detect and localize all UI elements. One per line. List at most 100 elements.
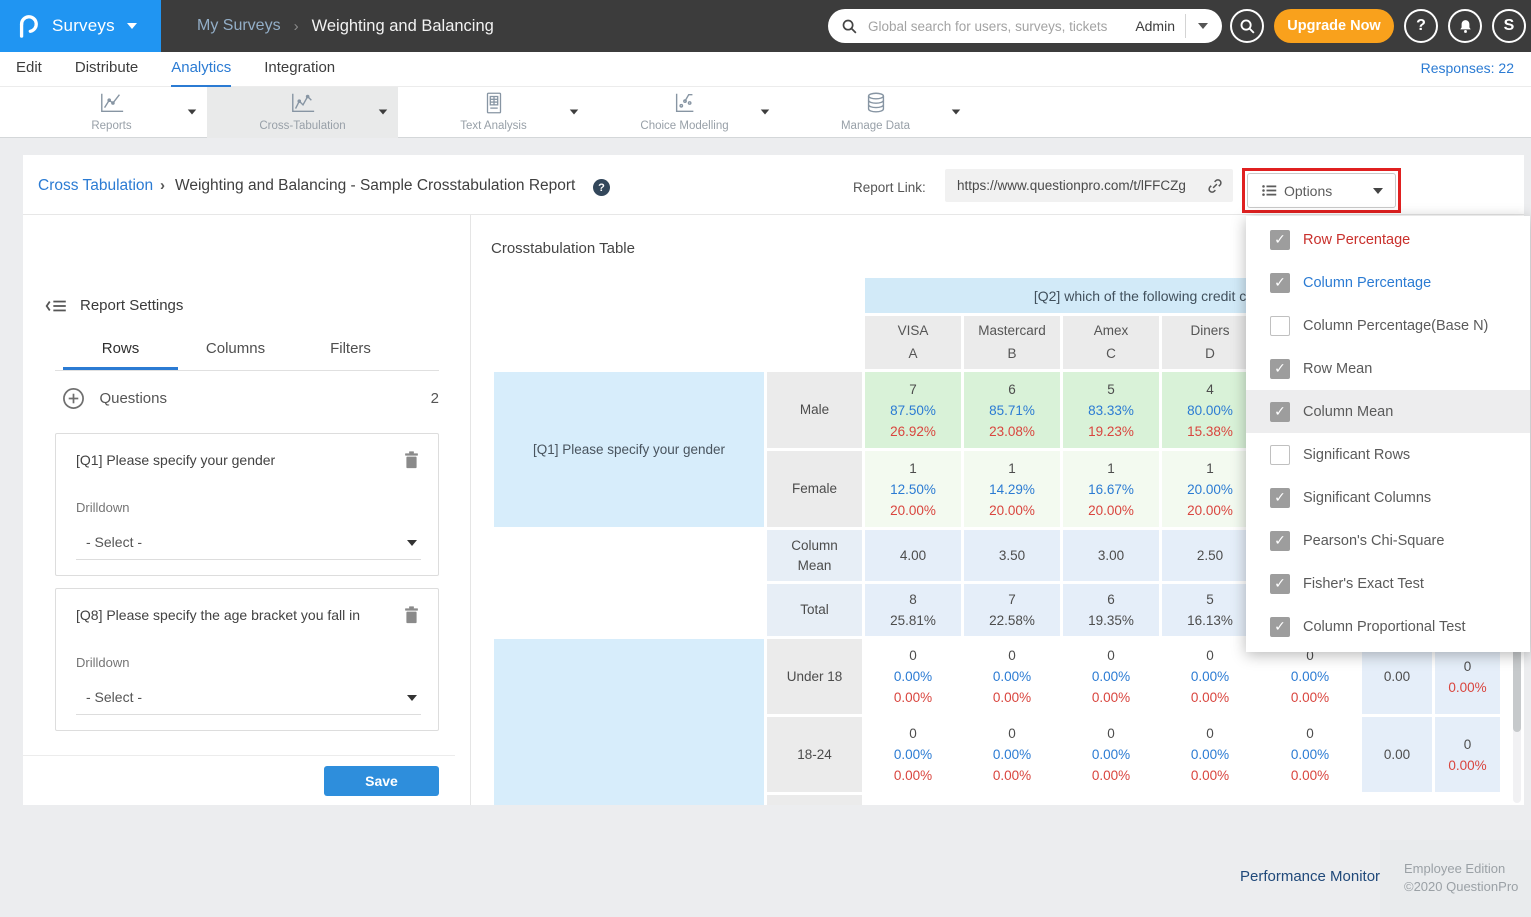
- checkbox-icon[interactable]: ✓: [1270, 617, 1290, 637]
- list-icon: [1262, 184, 1277, 197]
- toolbar-text-analysis[interactable]: Text Analysis: [398, 87, 589, 138]
- nav-tab-analytics[interactable]: Analytics: [171, 52, 231, 87]
- report-url[interactable]: https://www.questionpro.com/t/lFFCZg: [957, 178, 1206, 193]
- option-column-mean[interactable]: ✓ Column Mean: [1246, 390, 1530, 433]
- nav-tab-integration[interactable]: Integration: [264, 52, 335, 87]
- page-title: Weighting and Balancing - Sample Crossta…: [175, 177, 575, 195]
- toolbar-reports[interactable]: Reports: [16, 87, 207, 138]
- data-cell: 00.00%0.00%: [865, 639, 961, 714]
- chevron-down-icon: [407, 540, 417, 546]
- report-settings-title: Report Settings: [80, 297, 183, 314]
- data-cell: 722.58%: [964, 584, 1060, 636]
- toolbar-manage-data[interactable]: Manage Data: [780, 87, 971, 138]
- global-search: Admin: [828, 9, 1222, 43]
- checkbox-icon[interactable]: ✓: [1270, 488, 1290, 508]
- breadcrumb-my-surveys[interactable]: My Surveys: [197, 17, 281, 35]
- performance-monitor-link[interactable]: Performance Monitor: [1240, 868, 1380, 885]
- questionpro-app: Surveys My Surveys › Weighting and Balan…: [0, 0, 1531, 917]
- row-label: Female: [767, 451, 862, 527]
- report-settings-toggle[interactable]: Report Settings: [45, 297, 183, 314]
- option-pearson-s-chi-square[interactable]: ✓ Pearson's Chi-Square: [1246, 519, 1530, 562]
- chevron-down-icon[interactable]: [379, 109, 388, 114]
- checkbox-icon[interactable]: ✓: [1270, 531, 1290, 551]
- chevron-down-icon[interactable]: [127, 23, 137, 29]
- question-title: [Q8] Please specify the age bracket you …: [76, 607, 376, 623]
- help-button[interactable]: ?: [1404, 9, 1438, 43]
- search-input[interactable]: [866, 18, 1131, 35]
- option-label: Row Mean: [1303, 361, 1372, 377]
- trash-icon[interactable]: [403, 605, 420, 625]
- option-column-percentage[interactable]: ✓ Column Percentage: [1246, 261, 1530, 304]
- checkbox-icon[interactable]: ✓: [1270, 230, 1290, 250]
- checkbox-icon[interactable]: ✓: [1270, 574, 1290, 594]
- app-logo[interactable]: Surveys: [0, 0, 161, 52]
- checkbox-icon[interactable]: ✓: [1270, 359, 1290, 379]
- option-column-percentage-base-n[interactable]: Column Percentage(Base N): [1246, 304, 1530, 347]
- toolbar-cross-tabulation[interactable]: Cross-Tabulation: [207, 87, 398, 138]
- settings-tab-filters[interactable]: Filters: [293, 340, 408, 370]
- settings-tabs: RowsColumnsFilters: [63, 340, 408, 370]
- checkbox-icon[interactable]: [1270, 445, 1290, 465]
- data-cell: 114.29%20.00%: [964, 451, 1060, 527]
- nav-tabs: Edit Distribute Analytics Integration: [16, 52, 335, 87]
- add-question-icon[interactable]: [62, 387, 85, 410]
- divider: [23, 755, 455, 756]
- copyright-label: ©2020 QuestionPro: [1404, 878, 1531, 896]
- avatar[interactable]: S: [1492, 9, 1526, 43]
- option-fisher-s-exact-test[interactable]: ✓ Fisher's Exact Test: [1246, 562, 1530, 605]
- nav-tab-edit[interactable]: Edit: [16, 52, 42, 87]
- save-button[interactable]: Save: [324, 766, 439, 796]
- help-icon[interactable]: ?: [593, 179, 610, 196]
- trash-icon[interactable]: [403, 450, 420, 470]
- data-cell: 116.67%20.00%: [1063, 451, 1159, 527]
- checkbox-icon[interactable]: ✓: [1270, 273, 1290, 293]
- questions-row: Questions 2: [62, 387, 439, 411]
- chevron-down-icon[interactable]: [570, 109, 579, 114]
- notifications-button[interactable]: [1448, 9, 1482, 43]
- option-significant-columns[interactable]: ✓ Significant Columns: [1246, 476, 1530, 519]
- survey-nav: EditDistributeAnalyticsIntegration Respo…: [0, 52, 1531, 87]
- row-question-cell: [Q1] Please specify your gender: [494, 372, 764, 527]
- data-cell: 3.00: [1063, 530, 1159, 581]
- cross-tab-chart-icon: [290, 91, 316, 115]
- data-cell: 00.00%0.00%: [865, 717, 961, 792]
- chevron-down-icon[interactable]: [761, 109, 770, 114]
- row-label: [767, 795, 862, 805]
- chevron-down-icon[interactable]: [952, 109, 961, 114]
- analytics-toolbar: Reports Cross-Tabulation Text Analysis C…: [0, 87, 1531, 138]
- search-scope-selector[interactable]: Admin: [1135, 18, 1175, 34]
- data-cell: 00.00%0.00%: [964, 639, 1060, 714]
- checkbox-icon[interactable]: [1270, 316, 1290, 336]
- option-label: Column Mean: [1303, 404, 1393, 420]
- data-cell: 4.00: [865, 530, 961, 581]
- data-cell: 583.33%19.23%: [1063, 372, 1159, 448]
- option-column-proportional-test[interactable]: ✓ Column Proportional Test: [1246, 605, 1530, 648]
- option-row-percentage[interactable]: ✓ Row Percentage: [1246, 218, 1530, 261]
- column-header-amex: AmexC: [1063, 316, 1159, 369]
- row-label: 18-24: [767, 717, 862, 792]
- report-link-field[interactable]: https://www.questionpro.com/t/lFFCZg: [945, 169, 1233, 202]
- option-significant-rows[interactable]: Significant Rows: [1246, 433, 1530, 476]
- upgrade-now-button[interactable]: Upgrade Now: [1274, 9, 1394, 43]
- chevron-down-icon[interactable]: [188, 109, 197, 114]
- settings-tab-rows[interactable]: Rows: [63, 340, 178, 370]
- option-row-mean[interactable]: ✓ Row Mean: [1246, 347, 1530, 390]
- checkbox-icon[interactable]: ✓: [1270, 402, 1290, 422]
- link-icon[interactable]: [1206, 177, 1224, 195]
- option-label: Column Percentage(Base N): [1303, 318, 1488, 334]
- collapse-list-icon: [45, 298, 67, 314]
- cross-tabulation-link[interactable]: Cross Tabulation: [38, 177, 153, 195]
- drilldown-select[interactable]: - Select -: [76, 683, 421, 715]
- options-label: Options: [1284, 183, 1373, 199]
- breadcrumb-separator: ›: [294, 18, 299, 35]
- options-button[interactable]: Options: [1247, 173, 1396, 208]
- toolbar-choice-modelling[interactable]: Choice Modelling: [589, 87, 780, 138]
- breadcrumb-separator: ›: [160, 177, 165, 194]
- option-label: Significant Columns: [1303, 490, 1431, 506]
- chevron-down-icon[interactable]: [1198, 23, 1208, 29]
- nav-tab-distribute[interactable]: Distribute: [75, 52, 138, 87]
- toolbar-label: Choice Modelling: [589, 120, 780, 132]
- settings-tab-columns[interactable]: Columns: [178, 340, 293, 370]
- drilldown-select[interactable]: - Select -: [76, 528, 421, 560]
- search-button[interactable]: [1230, 9, 1264, 43]
